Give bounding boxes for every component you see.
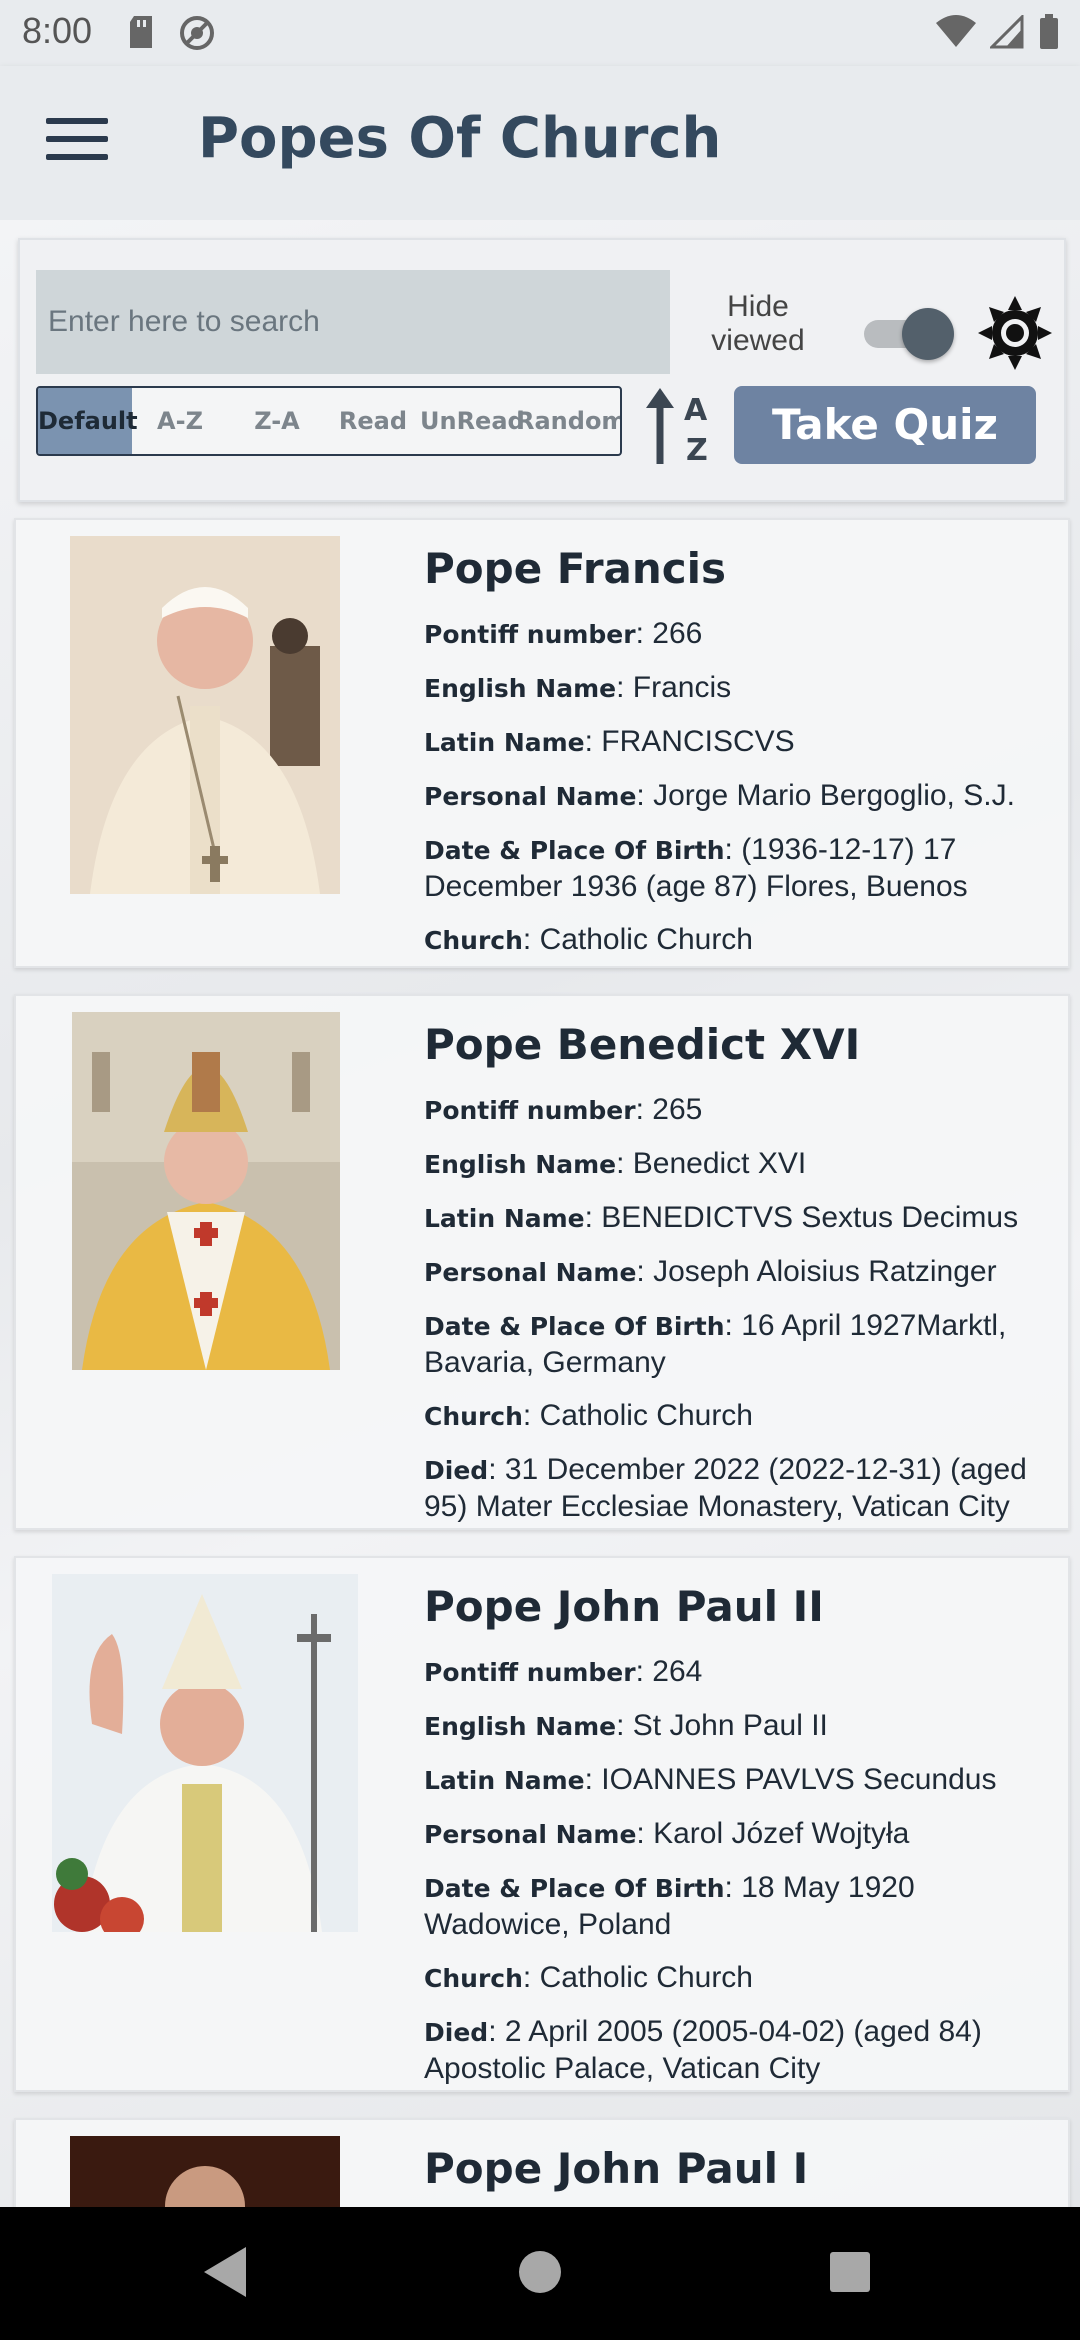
sort-options: Default A-Z Z-A Read UnRead Random [36, 386, 622, 456]
pope-card[interactable]: Pope Francis Pontiff number: 266 English… [14, 518, 1070, 968]
status-time: 8:00 [22, 10, 93, 51]
svg-text:Z: Z [686, 433, 708, 466]
signal-icon [990, 15, 1024, 49]
svg-text:A: A [684, 393, 708, 428]
english-name: English Name: Benedict XVI [424, 1147, 807, 1180]
wifi-icon [936, 15, 976, 47]
menu-icon[interactable] [46, 118, 108, 168]
battery-icon [1040, 14, 1058, 49]
status-bar: 8:00 [0, 0, 1080, 66]
home-icon[interactable] [518, 2243, 562, 2301]
latin-name: Latin Name: BENEDICTVS Sextus Decimus [424, 1201, 1019, 1234]
pope-photo [70, 536, 340, 894]
search-input[interactable] [36, 270, 670, 374]
sort-az-button[interactable]: A-Z [132, 388, 228, 454]
personal-name: Personal Name: Jorge Mario Bergoglio, S.… [424, 779, 1015, 812]
church: Church: Catholic Church [424, 1961, 753, 1994]
sd-card-icon [130, 16, 152, 48]
pope-name: Pope John Paul II [424, 1582, 824, 1631]
brightness-icon[interactable] [978, 296, 1052, 370]
pope-card[interactable]: Pope Benedict XVI Pontiff number: 265 En… [14, 994, 1070, 1530]
sort-za-button[interactable]: Z-A [228, 388, 326, 454]
pope-photo [52, 1574, 358, 1932]
app-bar: Popes Of Church [0, 66, 1080, 220]
english-name: English Name: St John Paul II [424, 1709, 828, 1742]
pope-name: Pope Francis [424, 544, 727, 593]
back-icon[interactable] [200, 2243, 250, 2301]
hide-viewed-toggle[interactable] [846, 304, 956, 360]
page-title: Popes Of Church [198, 106, 722, 171]
pope-card[interactable]: Pope John Paul II Pontiff number: 264 En… [14, 1556, 1070, 2092]
status-notifications [128, 14, 216, 52]
pope-photo [70, 2136, 340, 2207]
take-quiz-button[interactable]: Take Quiz [734, 386, 1036, 464]
date-place-of-birth: Date & Place Of Birth: 18 May 1920 Wadow… [424, 1871, 915, 1941]
recents-icon[interactable] [828, 2243, 872, 2301]
hide-viewed-label: Hide viewed [711, 290, 805, 357]
sort-random-button[interactable]: Random [516, 388, 620, 454]
church: Church: Catholic Church [424, 1399, 753, 1432]
personal-name: Personal Name: Karol Józef Wojtyła [424, 1817, 910, 1850]
sort-read-button[interactable]: Read [326, 388, 420, 454]
pope-name: Pope Benedict XVI [424, 1020, 861, 1069]
pope-card[interactable]: Pope John Paul I [14, 2118, 1070, 2207]
pontiff-number: Pontiff number: 265 [424, 1093, 703, 1126]
latin-name: Latin Name: FRANCISCVS [424, 725, 795, 758]
pope-details: Pontiff number: 264 English Name: St Joh… [424, 1654, 1064, 2104]
pope-name: Pope John Paul I [424, 2144, 809, 2193]
died: Died: 31 December 2022 (2022-12-31) (age… [424, 1453, 1027, 1523]
latin-name: Latin Name: IOANNES PAVLVS Secundus [424, 1763, 997, 1796]
personal-name: Personal Name: Joseph Aloisius Ratzinger [424, 1255, 997, 1288]
pontiff-number: Pontiff number: 264 [424, 1655, 703, 1688]
sort-default-button[interactable]: Default [38, 388, 138, 454]
church: Church: Catholic Church [424, 923, 753, 956]
sort-direction-icon[interactable]: A Z [640, 386, 718, 466]
died: Died: 2 April 2005 (2005-04-02) (aged 84… [424, 2015, 982, 2085]
date-place-of-birth: Date & Place Of Birth: (1936-12-17) 17 D… [424, 833, 968, 903]
sync-icon [180, 16, 214, 50]
status-system-icons [936, 14, 1060, 50]
system-nav-bar [0, 2207, 1080, 2340]
pope-details: Pontiff number: 265 English Name: Benedi… [424, 1092, 1064, 1542]
pontiff-number: Pontiff number: 266 [424, 617, 703, 650]
date-place-of-birth: Date & Place Of Birth: 16 April 1927Mark… [424, 1309, 1007, 1379]
main-content[interactable]: Hide viewed Default A-Z Z-A Read [0, 220, 1080, 2207]
english-name: English Name: Francis [424, 671, 732, 704]
controls-panel: Hide viewed Default A-Z Z-A Read [18, 238, 1066, 502]
pope-details: Pontiff number: 266 English Name: Franci… [424, 616, 1064, 976]
sort-unread-button[interactable]: UnRead [420, 388, 525, 454]
pope-photo [72, 1012, 340, 1370]
